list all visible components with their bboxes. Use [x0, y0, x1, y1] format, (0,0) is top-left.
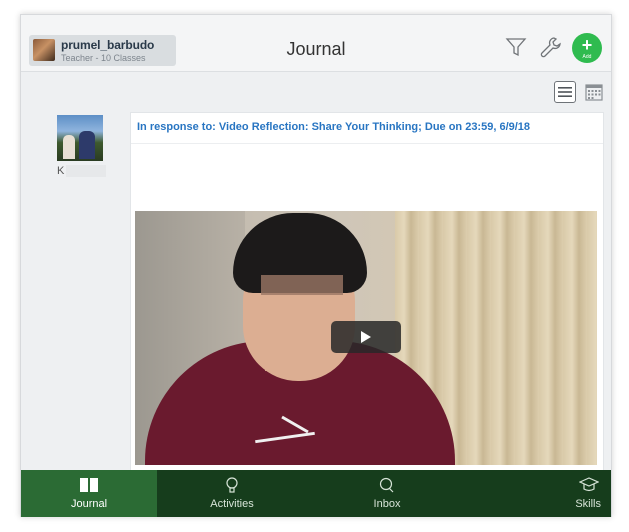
photo-person [79, 131, 95, 159]
wrench-icon [540, 37, 561, 58]
calendar-view-toggle[interactable] [583, 81, 605, 103]
tab-label: Journal [70, 498, 108, 510]
author-name-redacted [66, 165, 106, 177]
add-label: Add [582, 54, 592, 60]
bottom-tab-bar: Journal Activities Inbox Skills [21, 470, 611, 517]
add-button[interactable]: + Add [572, 33, 602, 63]
lightbulb-icon [157, 476, 307, 494]
top-header: prumel_barbudo Teacher - 10 Classes Jour… [21, 15, 611, 72]
calendar-icon [585, 84, 603, 101]
tab-activities[interactable]: Activities [157, 470, 307, 517]
list-view-toggle[interactable] [554, 81, 576, 103]
list-icon [558, 87, 572, 97]
author-name: K [57, 165, 65, 177]
tab-label: Inbox [373, 498, 401, 510]
app-window: prumel_barbudo Teacher - 10 Classes Jour… [20, 14, 612, 517]
divider [131, 143, 603, 144]
filter-icon [505, 38, 527, 57]
tab-skills[interactable]: Skills [467, 470, 611, 517]
play-button[interactable] [331, 321, 401, 353]
settings-button[interactable] [536, 33, 564, 61]
chat-icon [307, 476, 467, 494]
play-icon [361, 331, 371, 343]
tab-label: Activities [210, 498, 254, 510]
tab-inbox[interactable]: Inbox [307, 470, 467, 517]
face-blur [261, 275, 343, 295]
tab-label: Skills [575, 498, 601, 510]
filter-button[interactable] [502, 33, 530, 61]
book-icon [21, 476, 157, 494]
photo-person [63, 135, 75, 159]
response-link[interactable]: In response to: Video Reflection: Share … [137, 121, 530, 133]
graduation-cap-icon [467, 476, 611, 494]
video-thumbnail[interactable] [135, 211, 597, 465]
tab-journal[interactable]: Journal [21, 470, 157, 517]
plus-icon: + [581, 35, 593, 55]
author-avatar[interactable] [57, 115, 103, 161]
